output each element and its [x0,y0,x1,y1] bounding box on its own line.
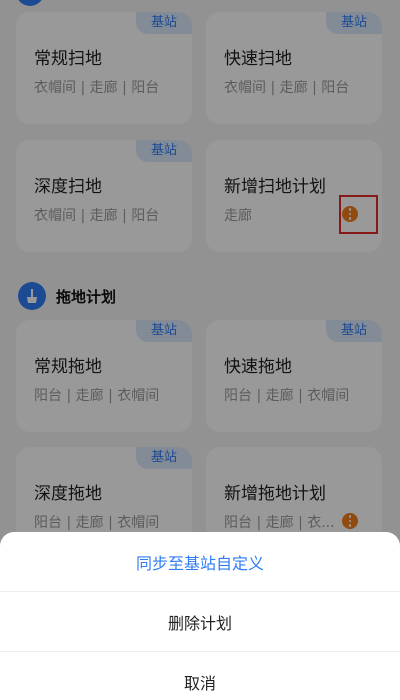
delete-plan-button[interactable]: 删除计划 [0,592,400,652]
action-sheet: 同步至基站自定义 删除计划 取消 [0,532,400,700]
cancel-button[interactable]: 取消 [0,652,400,700]
sync-to-station-button[interactable]: 同步至基站自定义 [0,532,400,592]
